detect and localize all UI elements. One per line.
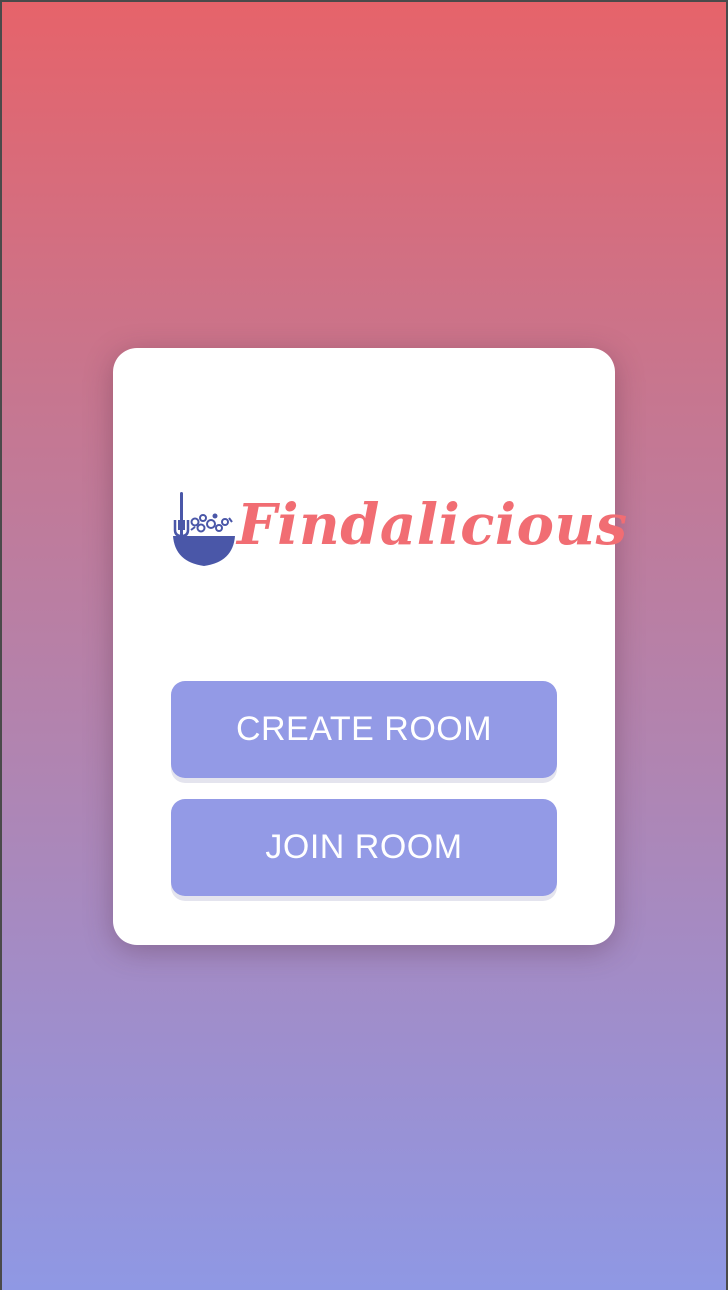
create-room-button[interactable]: CREATE ROOM (171, 681, 557, 778)
bowl-with-fork-icon (171, 490, 239, 570)
app-logo: Findalicious (171, 486, 627, 582)
logo-wordmark: Findalicious (237, 492, 628, 558)
home-card: Findalicious CREATE ROOM JOIN ROOM (113, 348, 627, 945)
join-room-button[interactable]: JOIN ROOM (171, 799, 557, 896)
app-screen: Findalicious CREATE ROOM JOIN ROOM (0, 0, 728, 1290)
